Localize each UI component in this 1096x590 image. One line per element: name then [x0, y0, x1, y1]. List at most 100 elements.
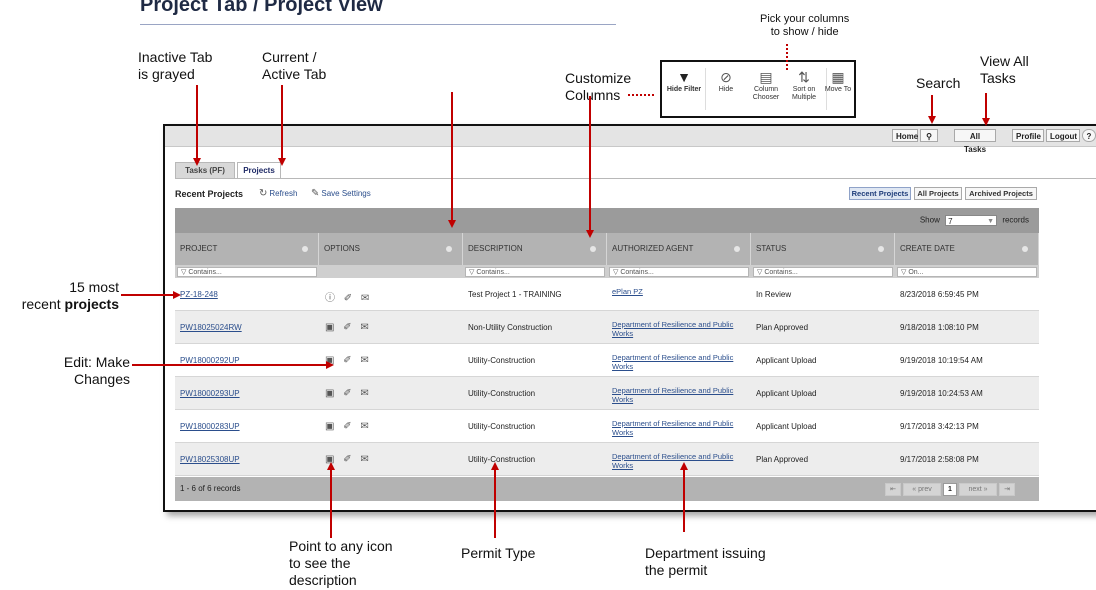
page-size-select[interactable]: 7 ▼: [945, 215, 998, 226]
arrow-recent-projects: [121, 294, 175, 296]
authorized-agent-link[interactable]: Department of Resilience and Public Work…: [607, 410, 755, 443]
move-to-button[interactable]: ▦ Move To: [819, 68, 857, 94]
tab-divider: [175, 178, 1096, 179]
authorized-agent-link[interactable]: Department of Resilience and Public Work…: [607, 311, 755, 344]
dotted-connector-customize: [628, 94, 654, 96]
column-menu-icon[interactable]: [446, 246, 452, 252]
section-title: Recent Projects: [175, 189, 244, 199]
create-date-cell: 9/19/2018 10:24:53 AM: [900, 389, 983, 398]
pager-first[interactable]: ⇤: [885, 483, 901, 496]
sort-icon: ⇅: [798, 69, 810, 85]
row-action-icons[interactable]: ▣ ✐ ✉: [325, 322, 372, 333]
arrow-active-tab-head: [278, 158, 286, 166]
grid-header: PROJECT OPTIONS DESCRIPTION AUTHORIZED A…: [175, 233, 1039, 265]
column-header-authorized-agent[interactable]: AUTHORIZED AGENT: [607, 233, 751, 265]
column-header-status[interactable]: STATUS: [751, 233, 895, 265]
top-nav-bar: Home ⚲ All Tasks Profile Logout ?: [165, 126, 1096, 154]
save-settings-button[interactable]: ✎ Save Settings: [311, 188, 371, 199]
project-link[interactable]: PW18000292UP: [175, 344, 319, 377]
dotted-connector-pick-columns: [786, 44, 788, 70]
column-menu-icon[interactable]: [1022, 246, 1028, 252]
filter-project[interactable]: ▽ Contains...: [177, 267, 317, 277]
filter-icon: ▼: [677, 69, 691, 85]
annotation-search: Search: [916, 75, 961, 91]
create-date-cell: 9/17/2018 3:42:13 PM: [900, 422, 979, 431]
arrow-department-head: [680, 462, 688, 470]
pager-prev[interactable]: « prev: [903, 483, 941, 496]
column-menu-icon[interactable]: [734, 246, 740, 252]
arrow-point-icon: [330, 468, 332, 538]
pager-last[interactable]: ⇥: [999, 483, 1015, 496]
row-action-icons[interactable]: ⓘ ✐ ✉: [325, 289, 372, 304]
search-button[interactable]: ⚲: [920, 129, 938, 142]
create-date-cell: 9/18/2018 1:08:10 PM: [900, 323, 979, 332]
refresh-button[interactable]: ↻ Refresh: [259, 188, 297, 199]
annotation-view-all-tasks: View All Tasks: [980, 53, 1029, 86]
column-header-project[interactable]: PROJECT: [175, 233, 319, 265]
pager-next[interactable]: next »: [959, 483, 997, 496]
annotation-active-tab: Current / Active Tab: [262, 49, 327, 82]
column-menu-icon[interactable]: [590, 246, 596, 252]
pager-current-page[interactable]: 1: [943, 483, 957, 496]
status-cell: Plan Approved: [756, 455, 809, 464]
sort-multiple-button[interactable]: ⇅ Sort on Multiple: [785, 68, 823, 102]
column-chooser-button[interactable]: ▤ Column Chooser: [747, 68, 785, 102]
description-cell: Non-Utility Construction: [468, 323, 553, 332]
authorized-agent-link[interactable]: Department of Resilience and Public Work…: [607, 344, 755, 377]
project-link[interactable]: PW18000283UP: [175, 410, 319, 443]
view-archived-projects[interactable]: Archived Projects: [965, 187, 1037, 200]
tab-projects[interactable]: Projects: [237, 162, 281, 179]
create-date-cell: 9/19/2018 10:19:54 AM: [900, 356, 983, 365]
tab-tasks[interactable]: Tasks (PF): [175, 162, 235, 179]
help-icon: ?: [1086, 132, 1092, 141]
filter-create-date[interactable]: ▽ On...: [897, 267, 1037, 277]
table-row: PW18025308UP ▣ ✐ ✉ Utility-Construction Dep…: [175, 443, 1039, 476]
project-link[interactable]: PZ-18-248: [175, 278, 319, 311]
column-header-options[interactable]: OPTIONS: [319, 233, 463, 265]
chevron-down-icon: ▼: [987, 218, 995, 225]
column-menu-icon[interactable]: [302, 246, 308, 252]
arrow-inactive-tab: [196, 85, 198, 160]
project-link[interactable]: PW18025308UP: [175, 443, 319, 476]
annotation-pick-columns: Pick your columns to show / hide: [760, 13, 850, 38]
description-cell: Utility-Construction: [468, 389, 536, 398]
grid-toolbar: Show 7 ▼ records: [175, 208, 1039, 233]
authorized-agent-link[interactable]: ePlan PZ: [607, 278, 755, 311]
authorized-agent-link[interactable]: Department of Resilience and Public Work…: [607, 443, 755, 476]
page-heading: Project Tab / Project View: [140, 0, 383, 16]
all-tasks-button[interactable]: All Tasks: [954, 129, 996, 154]
help-button[interactable]: ?: [1082, 129, 1096, 142]
authorized-agent-link[interactable]: Department of Resilience and Public Work…: [607, 377, 755, 410]
table-row: PW18025024RW ▣ ✐ ✉ Non-Utility Constructio…: [175, 311, 1039, 344]
table-row: PW18000283UP ▣ ✐ ✉ Utility-Construction Dep…: [175, 410, 1039, 443]
description-cell: Test Project 1 - TRAINING: [468, 290, 562, 299]
view-recent-projects[interactable]: Recent Projects: [849, 187, 911, 200]
eye-slash-icon: ⊘: [720, 69, 732, 85]
filter-status[interactable]: ▽ Contains...: [753, 267, 893, 277]
row-action-icons[interactable]: ▣ ✐ ✉: [325, 421, 372, 432]
hide-button[interactable]: ⊘ Hide: [707, 68, 745, 94]
column-toolbar-popup: ▼ Hide Filter ⊘ Hide ▤ Column Chooser ⇅ …: [660, 60, 856, 118]
home-button[interactable]: Home: [892, 129, 918, 142]
column-header-create-date[interactable]: CREATE DATE: [895, 233, 1039, 265]
project-link[interactable]: PW18000293UP: [175, 377, 319, 410]
logout-button[interactable]: Logout: [1046, 129, 1080, 142]
search-icon: ⚲: [926, 132, 932, 141]
arrow-edit: [132, 364, 328, 366]
status-cell: In Review: [756, 290, 792, 299]
arrow-recent-projects-head: [173, 291, 181, 299]
row-action-icons[interactable]: ▣ ✐ ✉: [325, 388, 372, 399]
description-cell: Utility-Construction: [468, 356, 536, 365]
arrow-view-all-tasks: [985, 93, 987, 120]
arrow-active-tab: [281, 85, 283, 160]
filter-description[interactable]: ▽ Contains...: [465, 267, 605, 277]
view-all-projects[interactable]: All Projects: [914, 187, 962, 200]
profile-button[interactable]: Profile: [1012, 129, 1044, 142]
project-link[interactable]: PW18025024RW: [175, 311, 319, 344]
arrow-customize-columns-head: [586, 230, 594, 238]
arrow-search: [931, 95, 933, 118]
description-cell: Utility-Construction: [468, 422, 536, 431]
column-menu-icon[interactable]: [878, 246, 884, 252]
hide-filter-button[interactable]: ▼ Hide Filter: [665, 68, 703, 94]
filter-authorized-agent[interactable]: ▽ Contains...: [609, 267, 749, 277]
